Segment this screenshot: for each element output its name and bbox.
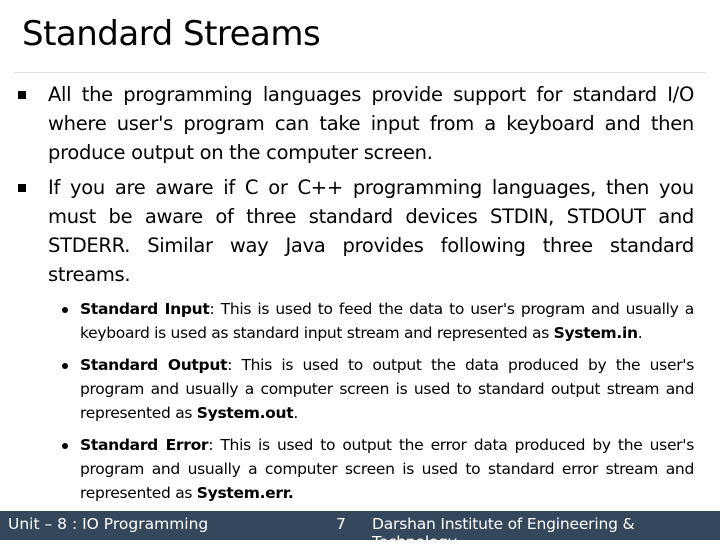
term-label: Standard Error: [80, 436, 209, 454]
round-bullet-icon: [62, 443, 68, 449]
square-bullet-icon: [18, 91, 26, 99]
footer-page-number: 7: [336, 515, 346, 533]
bullet-item: All the programming languages provide su…: [18, 80, 694, 167]
round-bullet-icon: [62, 363, 68, 369]
sub-bullet-end: .: [637, 324, 643, 342]
sub-bullet-item: Standard Output: This is used to output …: [62, 353, 694, 425]
slide-content: All the programming languages provide su…: [18, 80, 694, 513]
sub-bullet-item: Standard Input: This is used to feed the…: [62, 297, 694, 345]
sub-bullet-end: .: [293, 404, 298, 422]
code-label: System.out: [196, 404, 294, 422]
sub-bullet-item: Standard Error: This is used to output t…: [62, 433, 694, 505]
sub-bullet-list: Standard Input: This is used to feed the…: [62, 297, 694, 505]
round-bullet-icon: [62, 307, 68, 313]
title-divider: [14, 72, 706, 73]
code-label: System.err.: [196, 484, 294, 502]
code-label: System.in: [553, 324, 638, 342]
footer-unit: Unit – 8 : IO Programming: [8, 515, 209, 533]
footer-institute: Darshan Institute of Engineering & Techn…: [372, 515, 635, 551]
slide-title: Standard Streams: [22, 14, 321, 54]
square-bullet-icon: [18, 184, 26, 192]
bullet-text: All the programming languages provide su…: [48, 83, 694, 164]
term-label: Standard Input: [80, 300, 210, 318]
slide-footer: Unit – 8 : IO Programming 7 Darshan Inst…: [0, 511, 720, 551]
bullet-item: If you are aware if C or C++ programming…: [18, 173, 694, 289]
bullet-text: If you are aware if C or C++ programming…: [48, 176, 694, 286]
term-label: Standard Output: [80, 356, 228, 374]
